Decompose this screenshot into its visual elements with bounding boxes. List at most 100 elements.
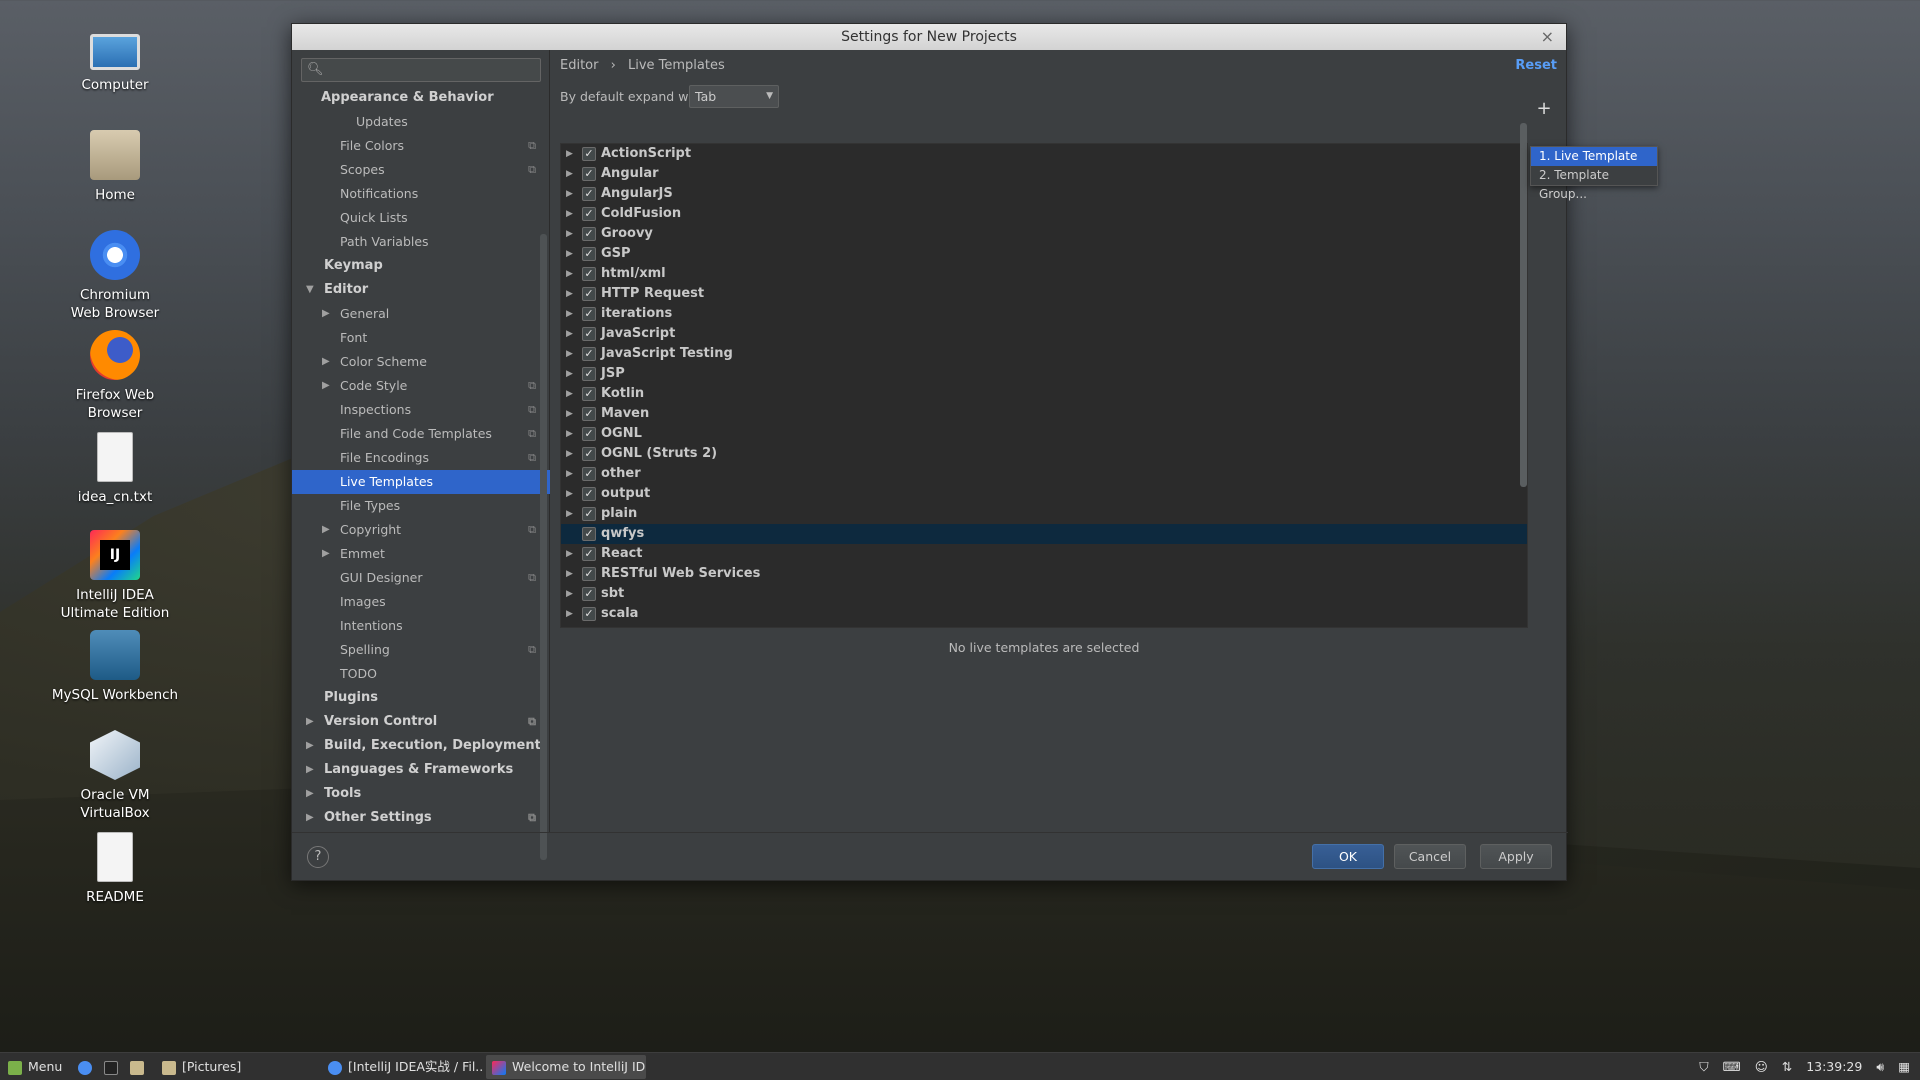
chevron-right-icon[interactable]: ▶: [566, 144, 573, 164]
tree-item-images[interactable]: Images: [292, 590, 550, 614]
template-group-row[interactable]: ▶ ✓ sbt: [561, 584, 1527, 604]
chevron-right-icon[interactable]: ▶: [322, 518, 330, 542]
menu-item-template-group[interactable]: 2. Template Group...: [1531, 166, 1657, 201]
chevron-right-icon[interactable]: ▶: [306, 782, 314, 806]
group-checkbox[interactable]: ✓: [582, 167, 596, 181]
start-menu-button[interactable]: Menu: [2, 1055, 66, 1079]
keyboard-icon[interactable]: ⌨: [1723, 1059, 1741, 1074]
tree-item-live-templates[interactable]: Live Templates: [292, 470, 550, 494]
chevron-right-icon[interactable]: ▶: [566, 324, 573, 344]
group-checkbox[interactable]: ✓: [582, 347, 596, 361]
chevron-right-icon[interactable]: ▶: [322, 374, 330, 398]
network-icon[interactable]: ⇅: [1782, 1059, 1792, 1074]
chevron-right-icon[interactable]: ▶: [566, 204, 573, 224]
chevron-right-icon[interactable]: ▶: [566, 264, 573, 284]
breadcrumb-editor[interactable]: Editor: [560, 58, 598, 73]
menu-item-live-template[interactable]: 1. Live Template: [1531, 147, 1657, 166]
group-checkbox[interactable]: ✓: [582, 387, 596, 401]
group-checkbox[interactable]: ✓: [582, 287, 596, 301]
chevron-right-icon[interactable]: ▶: [566, 404, 573, 424]
tree-item-notifications[interactable]: Notifications: [292, 182, 550, 206]
template-group-row[interactable]: ▶ ✓ JavaScript: [561, 324, 1527, 344]
chevron-right-icon[interactable]: ▶: [306, 734, 314, 758]
template-group-row[interactable]: ▶ ✓ other: [561, 464, 1527, 484]
tree-item-tools[interactable]: ▶ Tools: [292, 782, 550, 806]
expand-with-select[interactable]: Tab ▼: [689, 85, 779, 108]
chevron-right-icon[interactable]: ▶: [566, 444, 573, 464]
chevron-right-icon[interactable]: ▶: [306, 758, 314, 782]
tree-item-updates[interactable]: Updates: [292, 110, 550, 134]
template-list-scrollbar[interactable]: [1520, 123, 1527, 487]
group-checkbox[interactable]: ✓: [582, 307, 596, 321]
sidebar-scrollbar[interactable]: [540, 234, 547, 860]
template-group-row[interactable]: ▶ ✓ scala: [561, 604, 1527, 624]
tree-item-build[interactable]: ▶ Build, Execution, Deployment: [292, 734, 550, 758]
group-checkbox[interactable]: ✓: [582, 567, 596, 581]
reset-button[interactable]: Reset: [1515, 58, 1557, 73]
tree-item-keymap[interactable]: Keymap: [292, 254, 550, 278]
desktop-icon-virtualbox[interactable]: Oracle VM VirtualBox: [40, 730, 190, 822]
desktop-icon-chromium[interactable]: Chromium Web Browser: [40, 230, 190, 322]
task-intellij-browser[interactable]: [IntelliJ IDEA实战 / Fil...: [322, 1055, 482, 1079]
apply-button[interactable]: Apply: [1480, 844, 1552, 869]
ok-button[interactable]: OK: [1312, 844, 1384, 869]
desktop-icon-home[interactable]: Home: [40, 130, 190, 204]
task-intellij-welcome[interactable]: Welcome to IntelliJ ID...: [486, 1055, 646, 1079]
tree-item-appearance[interactable]: Appearance & Behavior: [292, 86, 550, 110]
template-group-row[interactable]: ▶ ✓ GSP: [561, 244, 1527, 264]
tree-item-general[interactable]: ▶ General: [292, 302, 550, 326]
group-checkbox[interactable]: ✓: [582, 447, 596, 461]
tree-item-plugins[interactable]: Plugins: [292, 686, 550, 710]
group-checkbox[interactable]: ✓: [582, 227, 596, 241]
group-checkbox[interactable]: ✓: [582, 327, 596, 341]
tree-item-font[interactable]: Font: [292, 326, 550, 350]
add-icon[interactable]: +: [1531, 98, 1557, 119]
tree-item-todo[interactable]: TODO: [292, 662, 550, 686]
volume-icon[interactable]: 🔊︎: [1876, 1059, 1884, 1074]
tree-item-code-style[interactable]: ▶ Code Style ⧉: [292, 374, 550, 398]
desktop-icon-computer[interactable]: Computer: [40, 28, 190, 94]
chevron-right-icon[interactable]: ▶: [322, 350, 330, 374]
files-launcher[interactable]: [124, 1055, 148, 1079]
template-group-row[interactable]: ▶ ✓ output: [561, 484, 1527, 504]
chevron-right-icon[interactable]: ▶: [566, 364, 573, 384]
template-group-row[interactable]: ▶ ✓ iterations: [561, 304, 1527, 324]
template-group-row[interactable]: ▶ ✓ Maven: [561, 404, 1527, 424]
group-checkbox[interactable]: ✓: [582, 527, 596, 541]
tree-item-file-types[interactable]: File Types: [292, 494, 550, 518]
chevron-right-icon[interactable]: ▶: [566, 384, 573, 404]
tree-item-path-variables[interactable]: Path Variables: [292, 230, 550, 254]
group-checkbox[interactable]: ✓: [582, 507, 596, 521]
desktop-icon-intellij[interactable]: IntelliJ IDEA Ultimate Edition: [40, 530, 190, 622]
calendar-icon[interactable]: ▦: [1898, 1059, 1910, 1074]
tree-item-scopes[interactable]: Scopes ⧉: [292, 158, 550, 182]
tree-item-editor[interactable]: ▼ Editor: [292, 278, 550, 302]
group-checkbox[interactable]: ✓: [582, 427, 596, 441]
group-checkbox[interactable]: ✓: [582, 547, 596, 561]
cancel-button[interactable]: Cancel: [1394, 844, 1466, 869]
group-checkbox[interactable]: ✓: [582, 487, 596, 501]
tree-item-color-scheme[interactable]: ▶ Color Scheme: [292, 350, 550, 374]
group-checkbox[interactable]: ✓: [582, 367, 596, 381]
help-button[interactable]: ?: [307, 846, 329, 868]
template-group-row[interactable]: ▶ ✓ RESTful Web Services: [561, 564, 1527, 584]
group-checkbox[interactable]: ✓: [582, 187, 596, 201]
chevron-right-icon[interactable]: ▶: [566, 304, 573, 324]
chevron-right-icon[interactable]: ▶: [566, 164, 573, 184]
template-group-row[interactable]: ▶ ✓ HTTP Request: [561, 284, 1527, 304]
desktop-icon-mysql[interactable]: MySQL Workbench: [40, 630, 190, 704]
chevron-right-icon[interactable]: ▶: [566, 564, 573, 584]
tree-item-inspections[interactable]: Inspections ⧉: [292, 398, 550, 422]
group-checkbox[interactable]: ✓: [582, 407, 596, 421]
tree-item-file-colors[interactable]: File Colors ⧉: [292, 134, 550, 158]
terminal-launcher[interactable]: [98, 1055, 122, 1079]
tree-item-intentions[interactable]: Intentions: [292, 614, 550, 638]
tree-item-gui-designer[interactable]: GUI Designer ⧉: [292, 566, 550, 590]
chevron-right-icon[interactable]: ▶: [306, 710, 314, 734]
chevron-right-icon[interactable]: ▶: [566, 544, 573, 564]
chevron-right-icon[interactable]: ▶: [566, 604, 573, 624]
template-group-row[interactable]: ▶ ✓ JSP: [561, 364, 1527, 384]
tree-item-version-control[interactable]: ▶ Version Control ⧉: [292, 710, 550, 734]
desktop-icon-firefox[interactable]: Firefox Web Browser: [40, 330, 190, 422]
chevron-right-icon[interactable]: ▶: [566, 184, 573, 204]
